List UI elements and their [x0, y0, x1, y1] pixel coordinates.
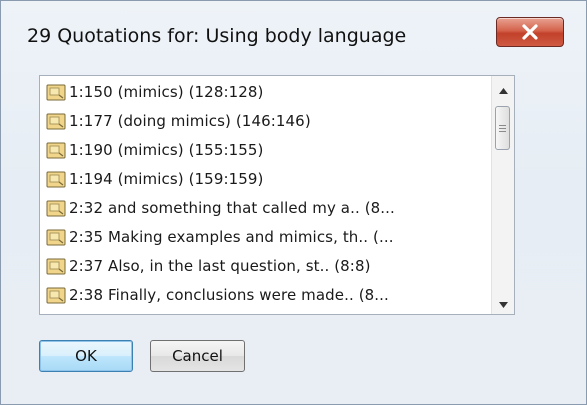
- close-button[interactable]: [496, 17, 564, 47]
- scroll-down-button[interactable]: [492, 292, 514, 312]
- quotations-list[interactable]: 1:150 (mimics) (128:128) 1:177 (doing mi…: [39, 75, 515, 315]
- list-item-label: 1:190 (mimics) (155:155): [69, 141, 264, 159]
- ok-button[interactable]: OK: [39, 340, 133, 372]
- scroll-thumb[interactable]: [495, 106, 510, 150]
- list-item[interactable]: 1:194 (mimics) (159:159): [46, 165, 264, 193]
- list-item-label: 1:150 (mimics) (128:128): [69, 83, 264, 101]
- list-item[interactable]: 1:150 (mimics) (128:128): [46, 78, 264, 106]
- quotation-icon: [46, 314, 66, 315]
- quotation-icon: [46, 287, 66, 304]
- scroll-up-button[interactable]: [492, 78, 514, 98]
- list-item-label: 1:177 (doing mimics) (146:146): [69, 112, 311, 130]
- quotations-dialog: 29 Quotations for: Using body language 1…: [0, 0, 587, 405]
- quotation-icon: [46, 171, 66, 188]
- list-item[interactable]: 1:177 (doing mimics) (146:146): [46, 107, 311, 135]
- list-item[interactable]: 1:190 (mimics) (155:155): [46, 136, 264, 164]
- list-item[interactable]: 2:37 Also, in the last question, st.. (8…: [46, 252, 371, 280]
- grip-icon: [499, 123, 506, 134]
- list-item-label: 2:37 Also, in the last question, st.. (8…: [69, 257, 371, 275]
- list-item[interactable]: 2:35 Making examples and mimics, th.. (.…: [46, 223, 394, 251]
- vertical-scrollbar[interactable]: [491, 76, 514, 314]
- quotation-icon: [46, 258, 66, 275]
- list-item-label: 1:194 (mimics) (159:159): [69, 170, 264, 188]
- quotation-icon: [46, 200, 66, 217]
- quotation-icon: [46, 113, 66, 130]
- close-icon: [521, 24, 539, 40]
- arrow-down-icon: [498, 293, 508, 312]
- list-item-label: 2:32 and something that called my a.. (8…: [69, 199, 395, 217]
- cancel-button[interactable]: Cancel: [150, 340, 245, 372]
- list-item[interactable]: 2:38 Finally, conclusions were made.. (8…: [46, 281, 389, 309]
- arrow-up-icon: [498, 79, 508, 98]
- list-item-label: 2:38 Finally, conclusions were made.. (8…: [69, 286, 389, 304]
- quotation-icon: [46, 142, 66, 159]
- list-item-partial[interactable]: [46, 308, 69, 315]
- quotation-icon: [46, 84, 66, 101]
- dialog-title: 29 Quotations for: Using body language: [27, 25, 407, 47]
- quotation-icon: [46, 229, 66, 246]
- list-item[interactable]: 2:32 and something that called my a.. (8…: [46, 194, 395, 222]
- list-item-label: 2:35 Making examples and mimics, th.. (.…: [69, 228, 394, 246]
